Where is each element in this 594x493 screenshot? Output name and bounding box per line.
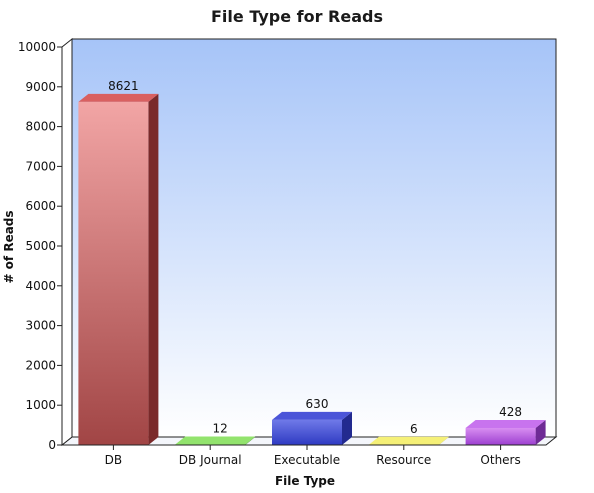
- data-label: 12: [213, 422, 228, 436]
- x-tick-label: Executable: [274, 453, 340, 467]
- bar-top: [175, 436, 256, 445]
- bar: [272, 419, 342, 445]
- data-label: 630: [306, 397, 329, 411]
- data-label: 8621: [108, 79, 139, 93]
- plot-area: 0 1000 2000 3000 4000 5000 6000 7000 8000 9000 100…: [18, 37, 558, 467]
- data-label: 428: [499, 405, 522, 419]
- x-tick-label: DB Journal: [179, 453, 242, 467]
- chart-canvas: File Type for Reads # of Reads File Type…: [2, 7, 558, 488]
- x-tick-label: Resource: [376, 453, 431, 467]
- chart-title: File Type for Reads: [211, 7, 383, 26]
- bar: [465, 427, 536, 445]
- bar-top: [272, 411, 352, 420]
- y-tick-label: 10000: [18, 40, 56, 54]
- bar-side: [148, 93, 159, 445]
- bar: [78, 101, 149, 445]
- x-tick-label: Others: [480, 453, 520, 467]
- y-tick-label: 3000: [25, 319, 56, 333]
- y-tick-label: 9000: [25, 80, 56, 94]
- y-axis-title: # of Reads: [2, 210, 16, 283]
- y-tick-label: 7000: [25, 159, 56, 173]
- y-tick-label: 0: [48, 438, 56, 452]
- bar-top: [78, 93, 159, 102]
- data-label: 6: [410, 422, 418, 436]
- x-tick-label: DB: [105, 453, 122, 467]
- y-tick-label: 2000: [25, 358, 56, 372]
- plot-left-wall: [61, 37, 73, 447]
- y-tick-label: 6000: [25, 199, 56, 213]
- y-tick-label: 4000: [25, 279, 56, 293]
- bar-top: [465, 419, 546, 428]
- x-axis-title: File Type: [275, 474, 335, 488]
- bar-chart: File Type for Reads # of Reads File Type…: [0, 0, 594, 493]
- y-tick-label: 5000: [25, 239, 56, 253]
- y-tick-label: 8000: [25, 120, 56, 134]
- y-tick-label: 1000: [25, 398, 56, 412]
- bar-top: [368, 436, 449, 445]
